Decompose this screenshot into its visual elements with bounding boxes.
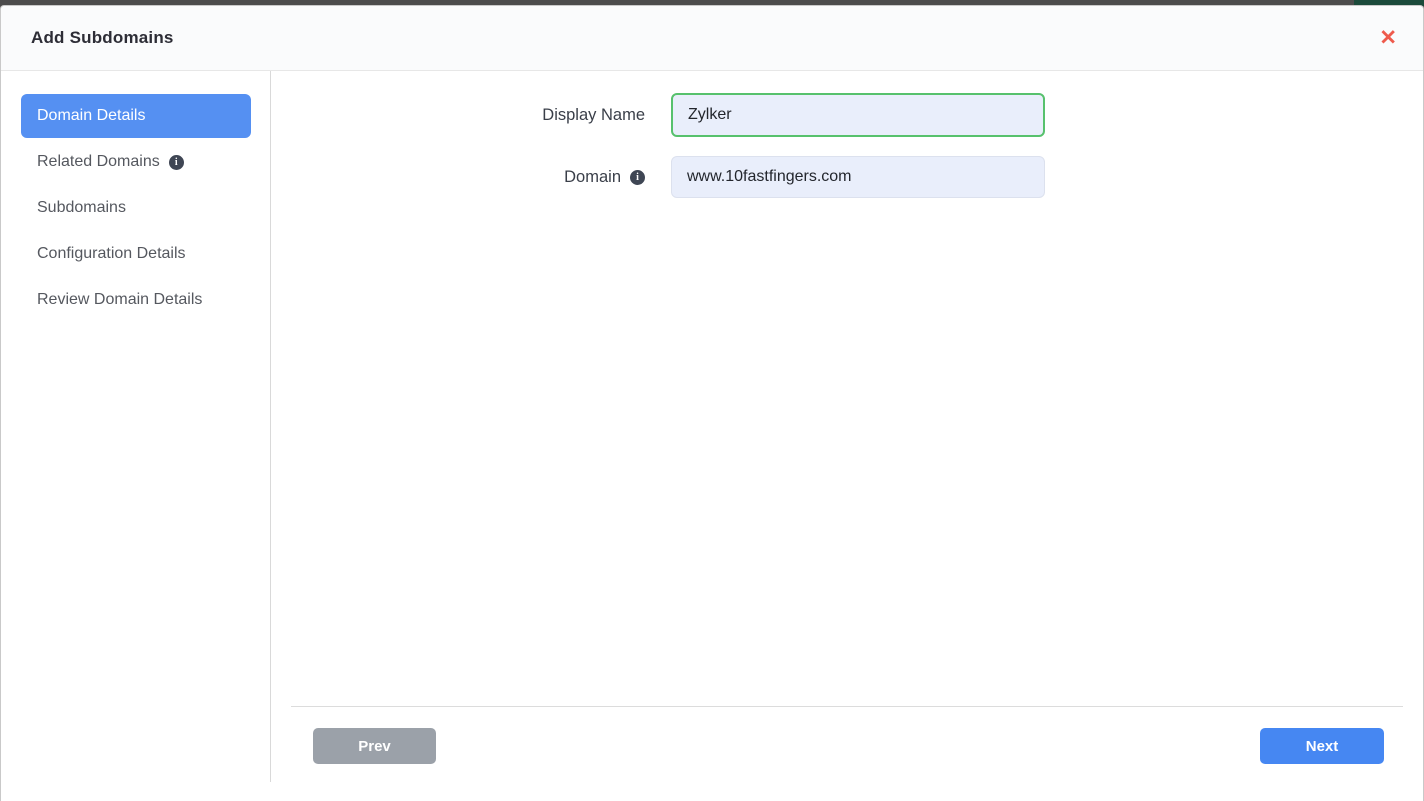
sidebar-item-label: Review Domain Details <box>37 291 202 309</box>
screen: Add Subdomains ✕ Domain Details Related … <box>0 0 1424 801</box>
next-button[interactable]: Next <box>1260 728 1384 764</box>
sidebar-item-related-domains[interactable]: Related Domains i <box>21 140 251 184</box>
display-name-label: Display Name <box>371 93 645 137</box>
domain-input[interactable] <box>671 156 1045 198</box>
display-name-label-text: Display Name <box>542 106 645 125</box>
sidebar-item-label: Related Domains <box>37 153 160 171</box>
main-content: Display Name Domain i Prev Next <box>271 71 1423 801</box>
sidebar-item-label: Subdomains <box>37 199 126 217</box>
sidebar-item-review-domain-details[interactable]: Review Domain Details <box>21 278 251 322</box>
domain-label: Domain i <box>371 156 645 198</box>
modal-body: Domain Details Related Domains i Subdoma… <box>1 71 1423 801</box>
sidebar-item-domain-details[interactable]: Domain Details <box>21 94 251 138</box>
display-name-input[interactable] <box>671 93 1045 137</box>
sidebar-item-label: Configuration Details <box>37 245 186 263</box>
domain-label-text: Domain <box>564 168 621 187</box>
sidebar: Domain Details Related Domains i Subdoma… <box>1 71 271 801</box>
close-icon[interactable]: ✕ <box>1375 24 1401 53</box>
footer-divider <box>291 706 1403 707</box>
modal-header: Add Subdomains ✕ <box>1 6 1423 71</box>
sidebar-item-configuration-details[interactable]: Configuration Details <box>21 232 251 276</box>
info-icon: i <box>169 155 184 170</box>
info-icon: i <box>630 170 645 185</box>
modal-title: Add Subdomains <box>31 28 174 48</box>
prev-button[interactable]: Prev <box>313 728 436 764</box>
add-subdomains-modal: Add Subdomains ✕ Domain Details Related … <box>0 5 1424 801</box>
sidebar-item-subdomains[interactable]: Subdomains <box>21 186 251 230</box>
sidebar-item-label: Domain Details <box>37 107 145 125</box>
